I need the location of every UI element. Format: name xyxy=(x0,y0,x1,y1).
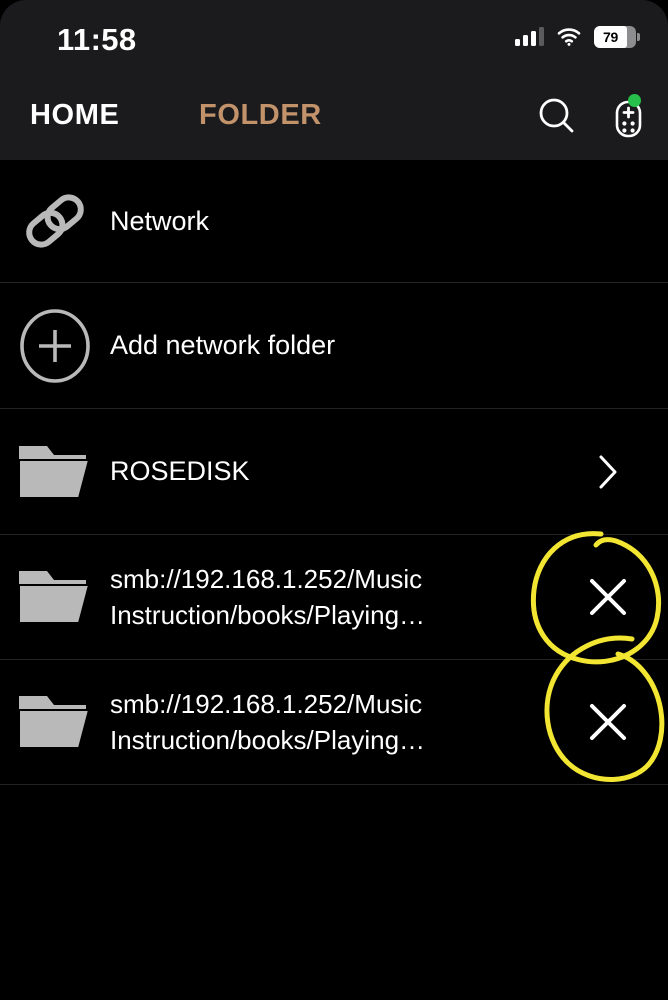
folder-icon xyxy=(0,561,110,633)
app-screen: 11:58 79 HOME FOLDER Network Add network… xyxy=(0,0,668,1000)
tab-folder[interactable]: FOLDER xyxy=(199,99,322,132)
connection-status-dot xyxy=(628,94,641,107)
remote-control-button[interactable] xyxy=(606,92,650,140)
close-x-icon xyxy=(590,704,626,740)
status-bar-clock: 11:58 xyxy=(57,22,137,57)
list-item-network[interactable]: Network xyxy=(0,160,668,283)
search-button[interactable] xyxy=(534,92,578,140)
folder-icon xyxy=(0,686,110,758)
header: 11:58 79 HOME FOLDER xyxy=(0,0,668,160)
list-item-smb-share-1[interactable]: smb://192.168.1.252/Music Instruction/bo… xyxy=(0,535,668,660)
status-bar-indicators: 79 xyxy=(515,26,640,48)
nav-actions xyxy=(534,92,650,140)
battery-icon: 79 xyxy=(594,26,640,48)
list-item-label: ROSEDISK xyxy=(110,456,250,486)
navigation-bar: HOME FOLDER xyxy=(0,72,668,160)
battery-level-label: 79 xyxy=(603,29,618,45)
remove-share-button[interactable] xyxy=(548,535,668,659)
chevron-right-icon xyxy=(599,455,617,488)
folder-list: Network Add network folder ROSEDISK smb:… xyxy=(0,160,668,785)
list-item-smb-share-2[interactable]: smb://192.168.1.252/Music Instruction/bo… xyxy=(0,660,668,785)
plus-circle-icon xyxy=(0,308,110,384)
disclosure-button[interactable] xyxy=(548,409,668,534)
list-item-label: smb://192.168.1.252/Music Instruction/bo… xyxy=(110,689,426,755)
tab-home[interactable]: HOME xyxy=(30,99,119,132)
folder-icon xyxy=(0,436,110,508)
list-item-add-network-folder[interactable]: Add network folder xyxy=(0,283,668,409)
close-x-icon xyxy=(590,579,626,615)
cellular-signal-icon xyxy=(515,27,544,46)
link-chain-icon xyxy=(0,182,110,260)
status-bar: 11:58 79 xyxy=(0,0,668,72)
wifi-icon xyxy=(557,28,581,46)
remove-share-button[interactable] xyxy=(548,660,668,784)
list-item-rosedisk[interactable]: ROSEDISK xyxy=(0,409,668,535)
search-icon xyxy=(539,98,574,133)
list-item-label: smb://192.168.1.252/Music Instruction/bo… xyxy=(110,564,426,630)
list-item-label: Network xyxy=(110,205,210,236)
list-item-label: Add network folder xyxy=(110,330,336,360)
